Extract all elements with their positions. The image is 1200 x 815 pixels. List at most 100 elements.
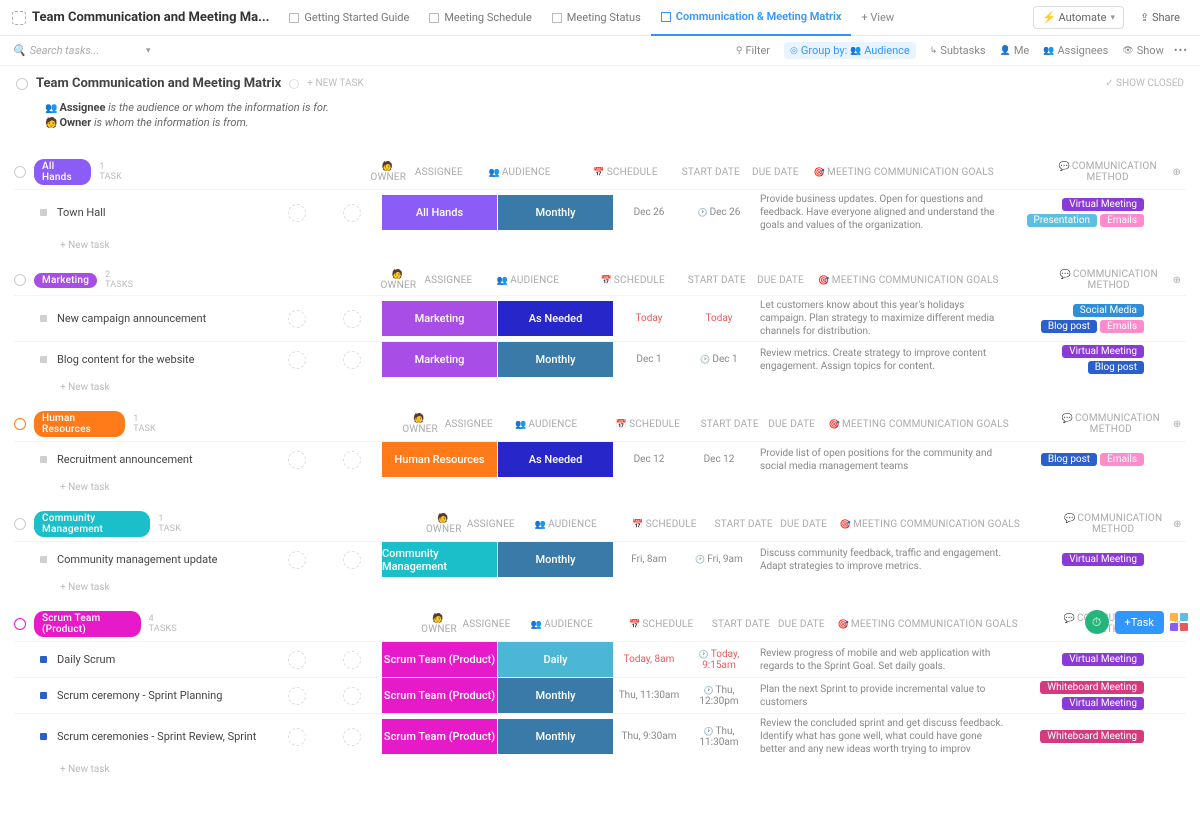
schedule-cell[interactable]: Monthly xyxy=(498,195,613,230)
method-pill[interactable]: Emails xyxy=(1100,453,1144,466)
assignee-cell[interactable] xyxy=(322,451,382,469)
goals-cell[interactable]: Let customers know about this year's hol… xyxy=(754,296,1014,341)
owner-cell[interactable] xyxy=(272,204,322,222)
col-method[interactable]: 💬COMMUNICATION METHOD xyxy=(1048,161,1168,183)
col-owner[interactable]: 🧑OWNER xyxy=(417,613,460,635)
status-square-icon[interactable] xyxy=(40,209,47,216)
status-square-icon[interactable] xyxy=(40,692,47,699)
audience-cell[interactable]: Scrum Team (Product) xyxy=(382,678,497,713)
col-method[interactable]: 💬COMMUNICATION METHOD xyxy=(1050,269,1168,291)
task-row[interactable]: New campaign announcement Marketing As N… xyxy=(14,295,1186,341)
goals-cell[interactable]: Review progress of mobile and web applic… xyxy=(754,644,1014,676)
group-badge[interactable]: Human Resources xyxy=(34,411,125,437)
col-schedule[interactable]: 📅SCHEDULE xyxy=(597,419,699,430)
new-task-fab[interactable]: + Task xyxy=(1115,611,1164,634)
method-pill[interactable]: Whiteboard Meeting xyxy=(1040,681,1144,694)
tab-communication-matrix[interactable]: Communication & Meeting Matrix xyxy=(651,0,852,36)
group-badge[interactable]: Community Management xyxy=(34,511,150,537)
me-button[interactable]: 👤Me xyxy=(1000,44,1030,57)
col-start-date[interactable]: START DATE xyxy=(711,619,771,630)
col-start-date[interactable]: START DATE xyxy=(685,275,749,286)
method-pill[interactable]: Emails xyxy=(1100,214,1144,227)
task-row[interactable]: Blog content for the website Marketing M… xyxy=(14,341,1186,377)
task-name[interactable]: Town Hall xyxy=(14,206,272,219)
col-start-date[interactable]: START DATE xyxy=(679,167,744,178)
search-input[interactable]: 🔍Search tasks... xyxy=(12,44,142,57)
task-name[interactable]: Blog content for the website xyxy=(14,353,272,366)
col-method[interactable]: 💬COMMUNICATION METHOD xyxy=(1057,513,1168,535)
owner-cell[interactable] xyxy=(272,651,322,669)
owner-cell[interactable] xyxy=(272,351,322,369)
new-task-row[interactable]: + New task xyxy=(14,377,1186,393)
assignee-cell[interactable] xyxy=(322,310,382,328)
owner-cell[interactable] xyxy=(272,728,322,746)
new-task-row[interactable]: + New task xyxy=(14,759,1186,775)
col-schedule[interactable]: 📅SCHEDULE xyxy=(612,619,711,630)
schedule-cell[interactable]: As Needed xyxy=(498,301,613,336)
col-audience[interactable]: 👥AUDIENCE xyxy=(517,519,616,530)
tab-meeting-schedule[interactable]: Meeting Schedule xyxy=(419,0,541,36)
col-goals[interactable]: 🎯MEETING COMMUNICATION GOALS xyxy=(834,519,1058,530)
due-date-cell[interactable]: Today xyxy=(684,313,754,324)
owner-cell[interactable] xyxy=(272,551,322,569)
schedule-cell[interactable]: Monthly xyxy=(498,342,613,377)
methods-cell[interactable]: Whiteboard Meeting xyxy=(1014,727,1144,746)
col-assignee[interactable]: ASSIGNEE xyxy=(442,419,495,430)
method-pill[interactable]: Whiteboard Meeting xyxy=(1040,730,1144,743)
task-name[interactable]: Recruitment announcement xyxy=(14,453,272,466)
col-assignee[interactable]: ASSIGNEE xyxy=(461,619,513,630)
automate-button[interactable]: ⚡ Automate▾ xyxy=(1033,6,1124,29)
col-schedule[interactable]: 📅SCHEDULE xyxy=(573,167,679,178)
col-assignee[interactable]: ASSIGNEE xyxy=(465,519,516,530)
method-pill[interactable]: Emails xyxy=(1100,320,1144,333)
col-audience[interactable]: 👥AUDIENCE xyxy=(467,167,573,178)
new-task-row[interactable]: + New task xyxy=(14,577,1186,593)
col-due-date[interactable]: DUE DATE xyxy=(743,167,808,178)
timer-button[interactable]: ⏱ xyxy=(1085,610,1109,634)
methods-cell[interactable]: Whiteboard Meeting Virtual Meeting xyxy=(1014,678,1144,713)
add-column-button[interactable]: ⊕ xyxy=(1168,275,1186,286)
group-toggle-icon[interactable] xyxy=(14,274,26,286)
add-view-button[interactable]: + View xyxy=(851,0,904,36)
due-date-cell[interactable]: 🕑Dec 26 xyxy=(684,207,754,218)
due-date-cell[interactable]: Dec 12 xyxy=(684,454,754,465)
col-due-date[interactable]: DUE DATE xyxy=(749,275,813,286)
method-pill[interactable]: Virtual Meeting xyxy=(1062,697,1144,710)
task-name[interactable]: Community management update xyxy=(14,553,272,566)
apps-grid-button[interactable] xyxy=(1170,613,1188,631)
due-date-cell[interactable]: 🕑Fri, 9am xyxy=(684,554,754,565)
status-square-icon[interactable] xyxy=(40,556,47,563)
col-owner[interactable]: 🧑OWNER xyxy=(398,413,442,435)
method-pill[interactable]: Virtual Meeting xyxy=(1062,198,1144,211)
status-square-icon[interactable] xyxy=(40,315,47,322)
col-audience[interactable]: 👥AUDIENCE xyxy=(495,419,597,430)
group-by-button[interactable]: ◎Group by: 👥Audience xyxy=(784,42,916,59)
col-start-date[interactable]: START DATE xyxy=(699,419,761,430)
col-audience[interactable]: 👥AUDIENCE xyxy=(476,275,581,286)
more-menu[interactable]: ••• xyxy=(1174,44,1188,57)
col-owner[interactable]: 🧑OWNER xyxy=(365,161,411,183)
tab-getting-started[interactable]: Getting Started Guide xyxy=(279,0,419,36)
col-goals[interactable]: 🎯MEETING COMMUNICATION GOALS xyxy=(832,619,1057,630)
audience-cell[interactable]: Scrum Team (Product) xyxy=(382,642,497,677)
task-name[interactable]: New campaign announcement xyxy=(14,312,272,325)
audience-cell[interactable]: Marketing xyxy=(382,342,497,377)
method-pill[interactable]: Virtual Meeting xyxy=(1062,553,1144,566)
audience-cell[interactable]: Community Management xyxy=(382,542,497,577)
col-due-date[interactable]: DUE DATE xyxy=(771,619,831,630)
task-row[interactable]: Community management update Community Ma… xyxy=(14,541,1186,577)
audience-cell[interactable]: Human Resources xyxy=(382,442,497,477)
methods-cell[interactable]: Social MediaBlog postEmails xyxy=(1014,301,1144,336)
show-button[interactable]: 👁Show xyxy=(1122,44,1164,57)
start-date-cell[interactable]: Thu, 11:30am xyxy=(614,690,684,701)
assignee-cell[interactable] xyxy=(322,351,382,369)
task-row[interactable]: Scrum ceremony - Sprint Planning Scrum T… xyxy=(14,677,1186,713)
add-column-button[interactable]: ⊕ xyxy=(1169,519,1186,530)
col-owner[interactable]: 🧑OWNER xyxy=(422,513,465,535)
start-date-cell[interactable]: Dec 12 xyxy=(614,454,684,465)
schedule-cell[interactable]: Monthly xyxy=(498,719,613,754)
status-square-icon[interactable] xyxy=(40,356,47,363)
schedule-cell[interactable]: As Needed xyxy=(498,442,613,477)
group-badge[interactable]: All Hands xyxy=(34,159,91,185)
col-goals[interactable]: 🎯MEETING COMMUNICATION GOALS xyxy=(808,167,1048,178)
